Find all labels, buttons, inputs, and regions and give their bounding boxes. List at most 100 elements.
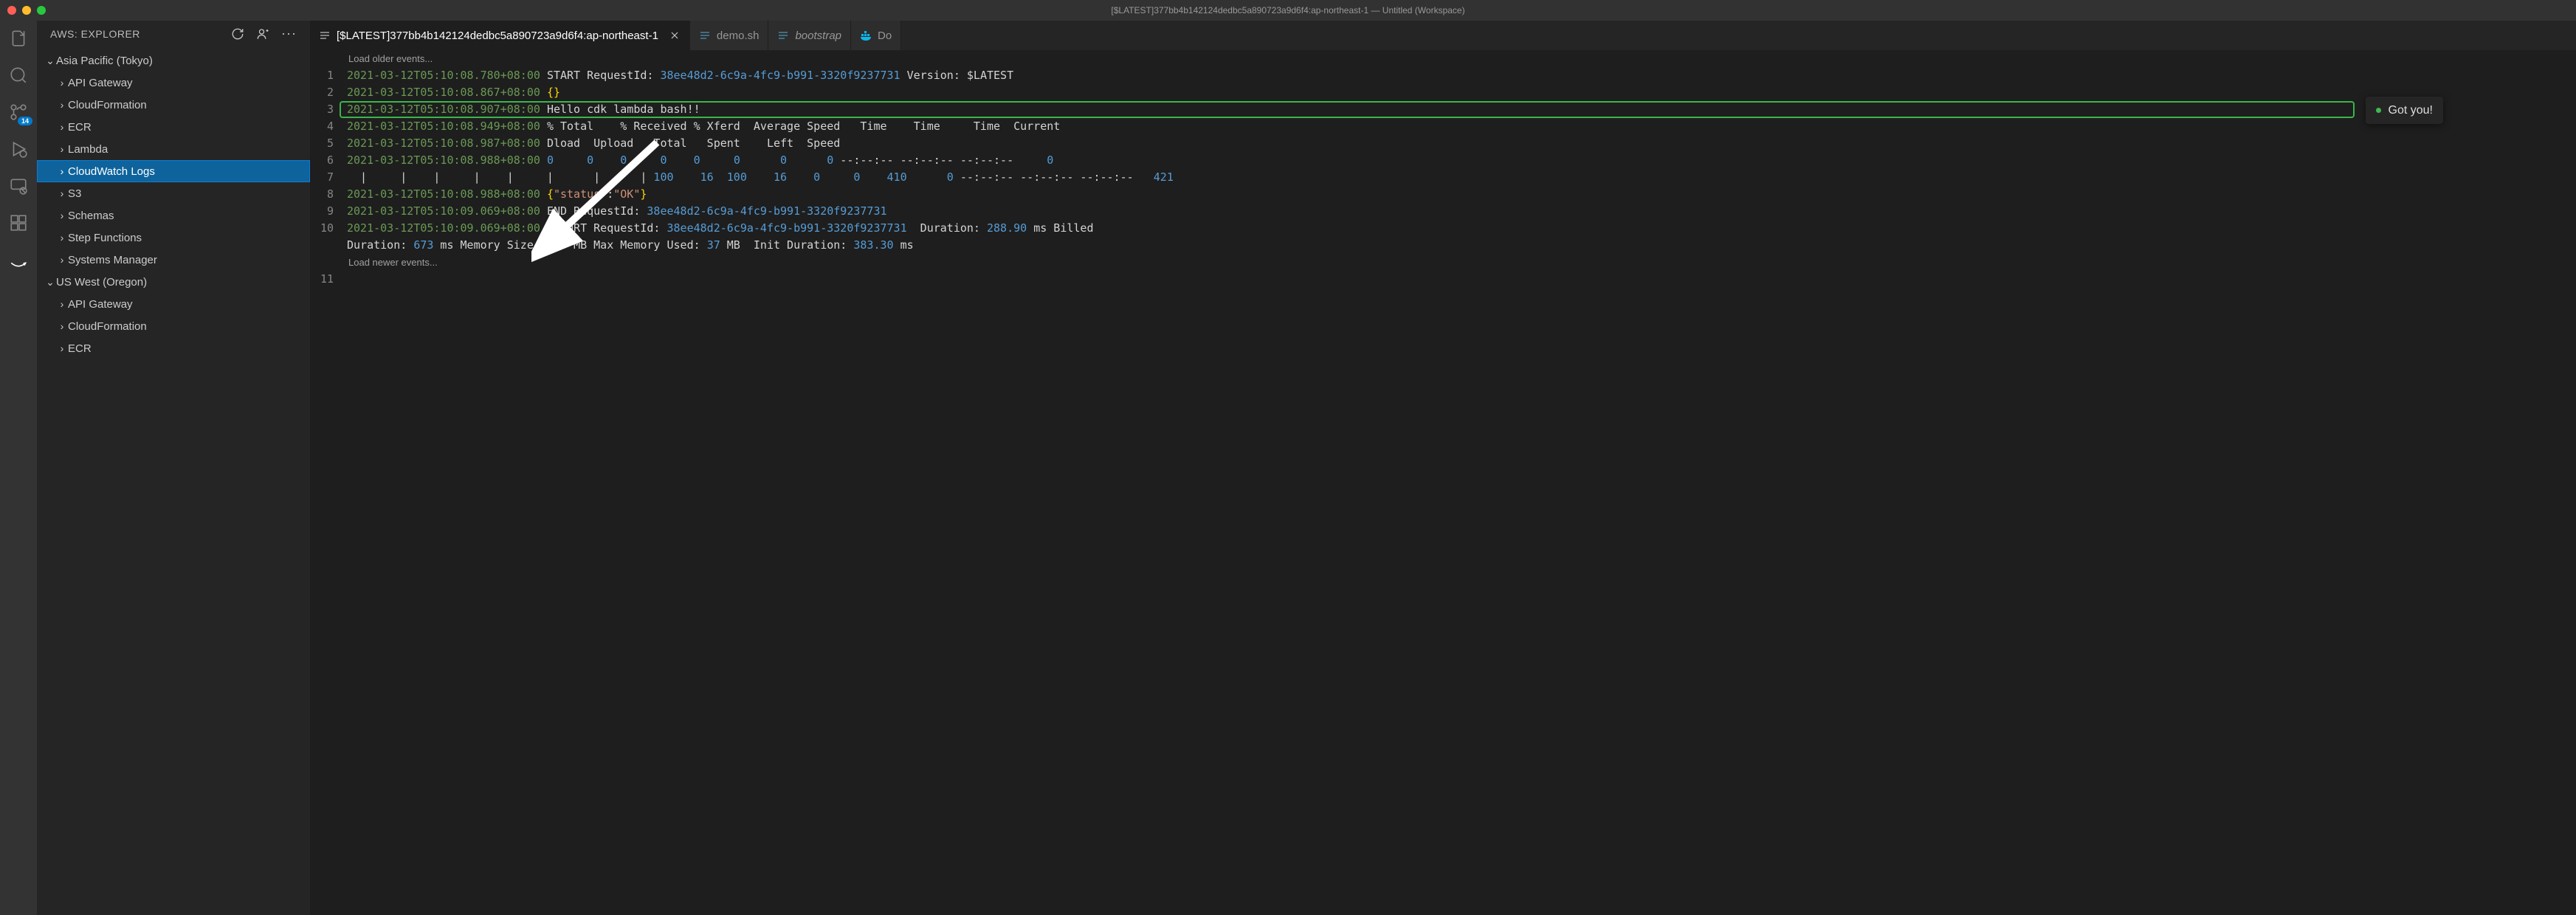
log-line: 2021-03-12T05:10:08.988+08:00 0 0 0 0 0 …: [347, 152, 2576, 169]
tree-item-label: Systems Manager: [68, 254, 157, 266]
load-newer-link[interactable]: Load newer events...: [347, 254, 2576, 271]
chevron-right-icon: ›: [56, 99, 68, 111]
tree-item[interactable]: ›ECR: [37, 337, 310, 359]
editor-tab[interactable]: Do: [851, 21, 901, 50]
line-number: 8: [310, 186, 334, 203]
chevron-right-icon: ›: [56, 121, 68, 133]
tree-item[interactable]: ›CloudFormation: [37, 315, 310, 337]
chevron-right-icon: ›: [56, 187, 68, 199]
tooltip-text: Got you!: [2389, 102, 2433, 119]
editor[interactable]: 1234567891011 Load older events...2021-0…: [310, 50, 2576, 915]
minimize-window-button[interactable]: [22, 6, 31, 15]
chevron-right-icon: ›: [56, 143, 68, 155]
editor-tab[interactable]: [$LATEST]377bb4b142124dedbc5a890723a9d6f…: [310, 21, 690, 50]
extensions-icon[interactable]: [8, 213, 29, 233]
remote-icon[interactable]: [8, 176, 29, 196]
tree-item-label: CloudFormation: [68, 320, 147, 333]
close-window-button[interactable]: [7, 6, 16, 15]
tree-item[interactable]: ›Step Functions: [37, 227, 310, 249]
tree-item-label: Lambda: [68, 143, 108, 156]
scm-badge: 14: [18, 117, 32, 125]
maximize-window-button[interactable]: [37, 6, 46, 15]
chevron-right-icon: ›: [56, 254, 68, 266]
tree-item[interactable]: ›Schemas: [37, 204, 310, 227]
line-number: 6: [310, 152, 334, 169]
source-control-icon[interactable]: 14: [8, 102, 29, 122]
file-icon: [860, 30, 872, 41]
code-area: Load older events...2021-03-12T05:10:08.…: [347, 50, 2576, 915]
tree-region-label: US West (Oregon): [56, 276, 147, 289]
log-line: 2021-03-12T05:10:08.780+08:00 START Requ…: [347, 67, 2576, 84]
editor-tab[interactable]: bootstrap: [768, 21, 851, 50]
tree-item[interactable]: ›Systems Manager: [37, 249, 310, 271]
tab-label: [$LATEST]377bb4b142124dedbc5a890723a9d6f…: [337, 30, 658, 42]
tree-item-label: API Gateway: [68, 77, 133, 89]
tab-bar: [$LATEST]377bb4b142124dedbc5a890723a9d6f…: [310, 21, 2576, 50]
titlebar: [$LATEST]377bb4b142124dedbc5a890723a9d6f…: [0, 0, 2576, 21]
explorer-tree: ⌄Asia Pacific (Tokyo)›API Gateway›CloudF…: [37, 46, 310, 915]
log-line: 2021-03-12T05:10:08.949+08:00 % Total % …: [347, 118, 2576, 135]
tree-item-label: ECR: [68, 121, 92, 134]
search-icon[interactable]: [8, 65, 29, 86]
line-number: 1: [310, 67, 334, 84]
chevron-right-icon: ›: [56, 320, 68, 332]
file-icon: [777, 30, 789, 41]
close-icon[interactable]: [669, 30, 681, 41]
tree-item-label: ECR: [68, 342, 92, 355]
line-number: 10: [310, 220, 334, 237]
tree-item-label: Schemas: [68, 210, 114, 222]
tree-item[interactable]: ›API Gateway: [37, 293, 310, 315]
tree-item-label: CloudWatch Logs: [68, 165, 155, 178]
line-number: 2: [310, 84, 334, 101]
tree-item[interactable]: ›CloudFormation: [37, 94, 310, 116]
tree-region[interactable]: ⌄Asia Pacific (Tokyo): [37, 49, 310, 72]
log-line: | | | | | | | | 100 16 100 16 0 0 410 0 …: [347, 169, 2576, 186]
aws-icon[interactable]: [8, 249, 29, 270]
window-title: [$LATEST]377bb4b142124dedbc5a890723a9d6f…: [1111, 5, 1464, 15]
explorer-icon[interactable]: [8, 28, 29, 49]
editor-tab[interactable]: demo.sh: [690, 21, 769, 50]
tree-item[interactable]: ›CloudWatch Logs: [37, 160, 310, 182]
chevron-right-icon: ›: [56, 232, 68, 244]
tree-region[interactable]: ⌄US West (Oregon): [37, 271, 310, 293]
refresh-icon[interactable]: [231, 27, 244, 41]
tooltip-callout: Got you!: [2366, 97, 2443, 124]
file-icon: [319, 30, 331, 41]
tree-item-label: CloudFormation: [68, 99, 147, 111]
chevron-down-icon: ⌄: [44, 276, 56, 289]
log-line: 2021-03-12T05:10:09.069+08:00 REPORT Req…: [347, 220, 2576, 237]
line-number: [310, 237, 334, 254]
tree-item[interactable]: ›Lambda: [37, 138, 310, 160]
log-line: 2021-03-12T05:10:08.988+08:00 {"status":…: [347, 186, 2576, 203]
tree-item-label: Step Functions: [68, 232, 142, 244]
line-number: 4: [310, 118, 334, 135]
file-icon: [699, 30, 711, 41]
chevron-down-icon: ⌄: [44, 55, 56, 67]
tree-item[interactable]: ›ECR: [37, 116, 310, 138]
tree-item-label: S3: [68, 187, 81, 200]
log-line: [347, 271, 2576, 288]
log-line: 2021-03-12T05:10:09.069+08:00 END Reques…: [347, 203, 2576, 220]
sidebar: AWS: EXPLORER ··· ⌄Asia Pacific (Tokyo)›…: [37, 21, 310, 915]
tab-label: demo.sh: [717, 30, 760, 42]
log-line: 2021-03-12T05:10:08.907+08:00 Hello cdk …: [347, 101, 2576, 118]
log-line: Duration: 673 ms Memory Size: 128 MB Max…: [347, 237, 2576, 254]
load-older-link[interactable]: Load older events...: [347, 50, 2576, 67]
chevron-right-icon: ›: [56, 298, 68, 310]
line-number: 5: [310, 135, 334, 152]
tree-item[interactable]: ›S3: [37, 182, 310, 204]
chevron-right-icon: ›: [56, 77, 68, 89]
window-controls: [7, 6, 46, 15]
line-number: 7: [310, 169, 334, 186]
user-icon[interactable]: [256, 27, 269, 41]
debug-icon[interactable]: [8, 139, 29, 159]
status-dot-icon: [2376, 108, 2381, 113]
more-icon[interactable]: ···: [281, 26, 297, 41]
sidebar-header: AWS: EXPLORER ···: [37, 21, 310, 46]
line-number: 3: [310, 101, 334, 118]
tab-label: bootstrap: [795, 30, 841, 42]
tree-region-label: Asia Pacific (Tokyo): [56, 55, 153, 67]
tree-item[interactable]: ›API Gateway: [37, 72, 310, 94]
line-number: 11: [310, 271, 334, 288]
line-gutter: 1234567891011: [310, 50, 347, 915]
